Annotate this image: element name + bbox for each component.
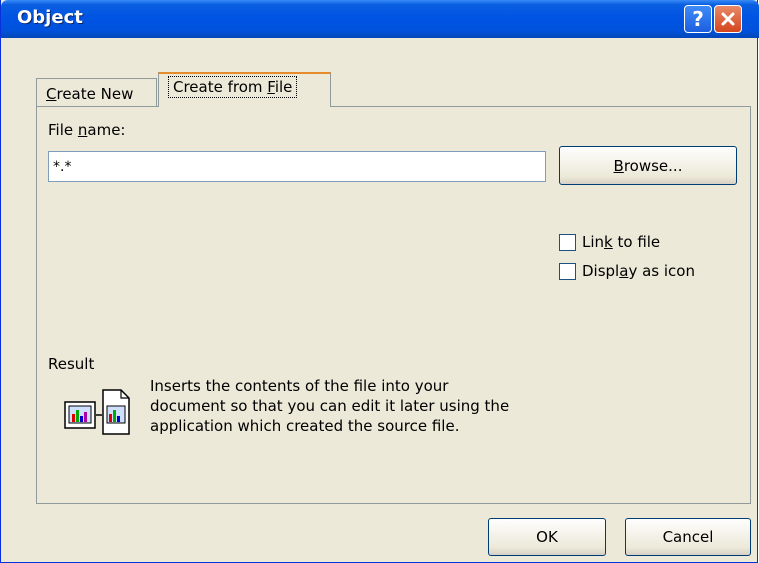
result-line: document so that you can edit it later u… xyxy=(150,397,510,415)
object-dialog: Object ? Create New Create from File Fil… xyxy=(0,0,759,563)
file-name-input[interactable] xyxy=(48,151,546,182)
result-line: Inserts the contents of the file into yo… xyxy=(150,377,449,395)
browse-button-label: Browse... xyxy=(614,157,683,175)
file-name-label-rest: ame: xyxy=(87,121,126,139)
display-label-rest: y as icon xyxy=(628,262,695,280)
link-to-file-label: Link to file xyxy=(582,233,660,251)
result-description: Inserts the contents of the file into yo… xyxy=(150,376,570,436)
browse-mnemonic: B xyxy=(613,156,624,175)
link-to-file-option[interactable]: Link to file xyxy=(559,233,660,251)
display-label-start: Displ xyxy=(582,262,620,280)
help-button[interactable]: ? xyxy=(684,5,712,33)
tab-create-from-file-label: Create from File xyxy=(168,76,298,98)
tab-create-from-file[interactable]: Create from File xyxy=(158,72,331,107)
close-button[interactable] xyxy=(714,5,742,33)
file-name-label: File name: xyxy=(48,121,125,139)
help-icon: ? xyxy=(692,7,704,31)
title-bar[interactable]: Object ? xyxy=(1,0,759,38)
tab-create-new[interactable]: Create New xyxy=(36,78,157,106)
tab-create-new-label: Create New xyxy=(46,85,133,103)
insert-object-icon xyxy=(64,389,130,435)
tab-create-from-file-label-start: Create from xyxy=(173,78,268,96)
tab-create-new-label-rest: reate New xyxy=(56,85,134,103)
browse-button[interactable]: Browse... xyxy=(559,146,737,185)
tab-create-from-file-label-rest: ile xyxy=(274,78,293,96)
browse-label-rest: rowse... xyxy=(623,156,683,175)
display-as-icon-option[interactable]: Display as icon xyxy=(559,262,695,280)
link-label-rest: to file xyxy=(612,233,661,251)
display-as-icon-label: Display as icon xyxy=(582,262,695,280)
file-name-label-start: File xyxy=(48,121,78,139)
link-label-start: Lin xyxy=(582,233,605,251)
tab-create-from-file-mnemonic: F xyxy=(267,78,275,96)
file-name-mnemonic: n xyxy=(77,121,88,139)
ok-button[interactable]: OK xyxy=(488,518,606,556)
cancel-button[interactable]: Cancel xyxy=(625,518,751,556)
link-to-file-checkbox[interactable] xyxy=(559,233,576,251)
window-title: Object xyxy=(17,7,83,28)
link-mnemonic: k xyxy=(604,233,613,251)
result-label: Result xyxy=(48,355,95,373)
display-as-icon-checkbox[interactable] xyxy=(559,262,576,280)
close-icon xyxy=(721,12,735,26)
result-line: application which created the source fil… xyxy=(150,417,460,435)
tab-create-new-mnemonic: C xyxy=(46,85,57,103)
